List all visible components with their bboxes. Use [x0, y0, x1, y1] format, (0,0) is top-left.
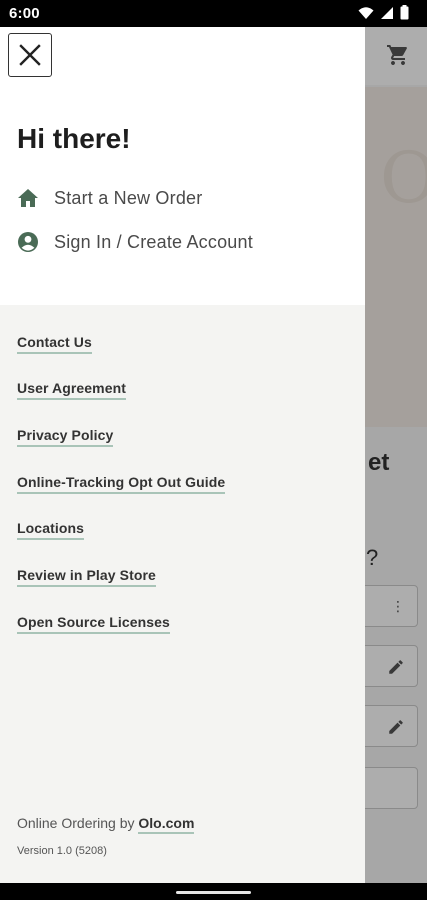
nav-sign-in[interactable]: Sign In / Create Account [17, 231, 253, 253]
drawer-header [0, 27, 365, 305]
footer-credit: Online Ordering by Olo.com [17, 815, 195, 834]
cellular-signal-icon [381, 6, 393, 19]
link-review-play-store[interactable]: Review in Play Store [17, 567, 156, 587]
home-gesture-handle[interactable] [176, 891, 251, 894]
home-icon [17, 187, 39, 209]
status-bar: 6:00 [0, 0, 427, 27]
link-online-tracking-opt-out[interactable]: Online-Tracking Opt Out Guide [17, 474, 226, 494]
olo-link[interactable]: Olo.com [138, 815, 195, 834]
link-user-agreement[interactable]: User Agreement [17, 380, 127, 400]
link-open-source-licenses[interactable]: Open Source Licenses [17, 614, 170, 634]
link-locations[interactable]: Locations [17, 520, 85, 540]
close-drawer-button[interactable] [8, 33, 52, 77]
version-label: Version 1.0 (5208) [17, 845, 107, 857]
nav-item-label: Start a New Order [54, 187, 203, 208]
link-privacy-policy[interactable]: Privacy Policy [17, 427, 114, 447]
greeting-heading: Hi there! [17, 123, 131, 154]
account-circle-icon [17, 231, 39, 253]
status-time: 6:00 [9, 5, 40, 22]
wifi-icon [358, 6, 374, 19]
nav-start-new-order[interactable]: Start a New Order [17, 187, 202, 209]
system-nav-bar [0, 883, 427, 900]
close-icon [19, 44, 41, 66]
nav-item-label: Sign In / Create Account [54, 231, 253, 252]
link-contact-us[interactable]: Contact Us [17, 334, 92, 354]
footer-prefix: Online Ordering by [17, 815, 135, 831]
navigation-drawer: Hi there! Start a New Order Sign In / Cr… [0, 27, 365, 883]
battery-icon [400, 5, 409, 20]
status-icons [358, 5, 409, 20]
